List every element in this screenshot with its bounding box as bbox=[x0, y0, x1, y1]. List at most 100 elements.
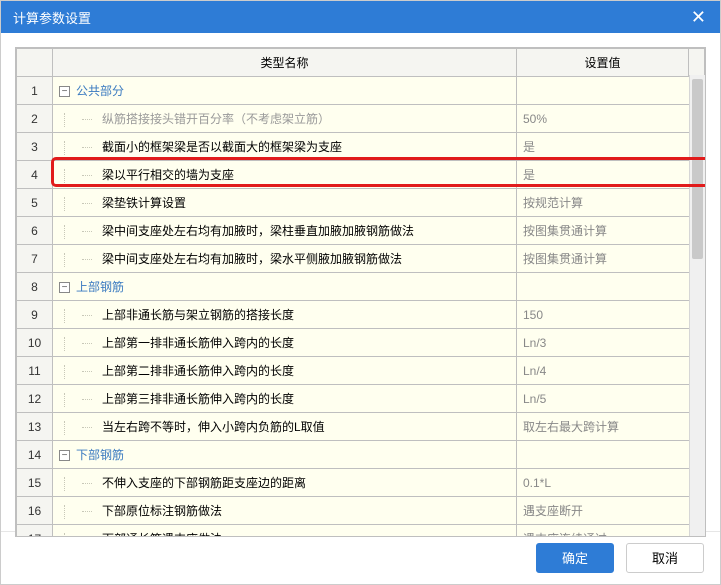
row-value-cell[interactable]: 遇支座连续通过 bbox=[517, 525, 705, 538]
table-row[interactable]: 14−下部钢筋 bbox=[17, 441, 705, 469]
row-label: 上部第三排非通长筋伸入跨内的长度 bbox=[96, 392, 294, 406]
row-label: 当左右跨不等时，伸入小跨内负筋的L取值 bbox=[96, 420, 325, 434]
tree-indent bbox=[64, 477, 82, 491]
row-label: 上部非通长筋与架立钢筋的搭接长度 bbox=[96, 308, 294, 322]
table-row[interactable]: 10上部第一排非通长筋伸入跨内的长度Ln/3 bbox=[17, 329, 705, 357]
row-label-cell[interactable]: −上部钢筋 bbox=[53, 273, 517, 301]
tree-indent bbox=[64, 169, 82, 183]
collapse-toggle-icon[interactable]: − bbox=[59, 450, 70, 461]
tree-branch-icon bbox=[82, 315, 92, 316]
header-type-name: 类型名称 bbox=[53, 49, 517, 77]
row-label: 上部第一排非通长筋伸入跨内的长度 bbox=[96, 336, 294, 350]
table-row[interactable]: 6 梁中间支座处左右均有加腋时，梁柱垂直加腋加腋钢筋做法 按图集贯通计算 bbox=[17, 217, 705, 245]
row-label-cell[interactable]: 上部第一排非通长筋伸入跨内的长度 bbox=[53, 329, 517, 357]
table-row[interactable]: 13当左右跨不等时，伸入小跨内负筋的L取值取左右最大跨计算 bbox=[17, 413, 705, 441]
tree-indent bbox=[64, 533, 82, 537]
collapse-toggle-icon[interactable]: − bbox=[59, 86, 70, 97]
group-label: 上部钢筋 bbox=[76, 280, 124, 294]
row-label-cell[interactable]: 梁中间支座处左右均有加腋时，梁水平侧腋加腋钢筋做法 bbox=[53, 245, 517, 273]
row-label-cell[interactable]: 上部第二排非通长筋伸入跨内的长度 bbox=[53, 357, 517, 385]
row-label-cell[interactable]: 纵筋搭接接头错开百分率（不考虑架立筋） bbox=[53, 105, 517, 133]
window-title: 计算参数设置 bbox=[13, 8, 91, 27]
row-number: 6 bbox=[17, 217, 53, 245]
row-value-cell[interactable]: 按规范计算 bbox=[517, 189, 705, 217]
table-row[interactable]: 8−上部钢筋 bbox=[17, 273, 705, 301]
ok-button[interactable]: 确定 bbox=[536, 543, 614, 573]
row-label-cell[interactable]: 不伸入支座的下部钢筋距支座边的距离 bbox=[53, 469, 517, 497]
tree-indent bbox=[64, 197, 82, 211]
row-label: 梁中间支座处左右均有加腋时，梁水平侧腋加腋钢筋做法 bbox=[96, 252, 402, 266]
row-value-cell[interactable]: 取左右最大跨计算 bbox=[517, 413, 705, 441]
table-row[interactable]: 12上部第三排非通长筋伸入跨内的长度Ln/5 bbox=[17, 385, 705, 413]
row-label-cell[interactable]: 当左右跨不等时，伸入小跨内负筋的L取值 bbox=[53, 413, 517, 441]
row-label-cell[interactable]: −公共部分 bbox=[53, 77, 517, 105]
row-label-cell[interactable]: 梁以平行相交的墙为支座 bbox=[53, 161, 517, 189]
row-label-cell[interactable]: −下部钢筋 bbox=[53, 441, 517, 469]
table-row[interactable]: 1−公共部分 bbox=[17, 77, 705, 105]
table-row[interactable]: 17下部通长筋遇支座做法遇支座连续通过 bbox=[17, 525, 705, 538]
row-value-cell[interactable]: 是 bbox=[517, 133, 705, 161]
row-label-cell[interactable]: 截面小的框架梁是否以截面大的框架梁为支座 bbox=[53, 133, 517, 161]
scrollbar-thumb[interactable] bbox=[692, 79, 703, 259]
tree-branch-icon bbox=[82, 371, 92, 372]
tree-branch-icon bbox=[82, 259, 92, 260]
table-row[interactable]: 5梁垫铁计算设置按规范计算 bbox=[17, 189, 705, 217]
collapse-toggle-icon[interactable]: − bbox=[59, 282, 70, 293]
row-value-cell[interactable]: 是 bbox=[517, 161, 705, 189]
tree-indent bbox=[64, 225, 82, 239]
table-row[interactable]: 11上部第二排非通长筋伸入跨内的长度Ln/4 bbox=[17, 357, 705, 385]
tree-indent bbox=[64, 141, 82, 155]
row-label: 梁垫铁计算设置 bbox=[96, 196, 186, 210]
row-value-cell[interactable]: 遇支座断开 bbox=[517, 497, 705, 525]
row-number: 11 bbox=[17, 357, 53, 385]
row-label-cell[interactable]: 梁中间支座处左右均有加腋时，梁柱垂直加腋加腋钢筋做法 bbox=[53, 217, 517, 245]
row-value-cell[interactable] bbox=[517, 77, 705, 105]
table-row[interactable]: 7 梁中间支座处左右均有加腋时，梁水平侧腋加腋钢筋做法 按图集贯通计算 bbox=[17, 245, 705, 273]
row-label-cell[interactable]: 梁垫铁计算设置 bbox=[53, 189, 517, 217]
header-value: 设置值 bbox=[517, 49, 689, 77]
row-number: 14 bbox=[17, 441, 53, 469]
row-number: 17 bbox=[17, 525, 53, 538]
row-label: 梁中间支座处左右均有加腋时，梁柱垂直加腋加腋钢筋做法 bbox=[96, 224, 414, 238]
row-value-cell[interactable]: 0.1*L bbox=[517, 469, 705, 497]
tree-branch-icon bbox=[82, 203, 92, 204]
row-value-cell[interactable] bbox=[517, 273, 705, 301]
row-number: 4 bbox=[17, 161, 53, 189]
table-row[interactable]: 3截面小的框架梁是否以截面大的框架梁为支座是 bbox=[17, 133, 705, 161]
row-number: 8 bbox=[17, 273, 53, 301]
table-row[interactable]: 16下部原位标注钢筋做法遇支座断开 bbox=[17, 497, 705, 525]
table-row[interactable]: 2纵筋搭接接头错开百分率（不考虑架立筋）50% bbox=[17, 105, 705, 133]
table-row[interactable]: 4梁以平行相交的墙为支座是 bbox=[17, 161, 705, 189]
row-label-cell[interactable]: 下部通长筋遇支座做法 bbox=[53, 525, 517, 538]
row-number: 7 bbox=[17, 245, 53, 273]
tree-branch-icon bbox=[82, 119, 92, 120]
cancel-button[interactable]: 取消 bbox=[626, 543, 704, 573]
row-value-cell[interactable] bbox=[517, 441, 705, 469]
row-value-cell[interactable]: Ln/5 bbox=[517, 385, 705, 413]
tree-branch-icon bbox=[82, 427, 92, 428]
row-label-cell[interactable]: 上部非通长筋与架立钢筋的搭接长度 bbox=[53, 301, 517, 329]
tree-branch-icon bbox=[82, 147, 92, 148]
tree-indent bbox=[64, 113, 82, 127]
row-number: 1 bbox=[17, 77, 53, 105]
row-value-cell[interactable]: 按图集贯通计算 bbox=[517, 245, 705, 273]
row-label-cell[interactable]: 下部原位标注钢筋做法 bbox=[53, 497, 517, 525]
row-value-cell[interactable]: 50% bbox=[517, 105, 705, 133]
row-number: 15 bbox=[17, 469, 53, 497]
row-value-cell[interactable]: Ln/4 bbox=[517, 357, 705, 385]
row-value-cell[interactable]: Ln/3 bbox=[517, 329, 705, 357]
group-label: 公共部分 bbox=[76, 84, 124, 98]
tree-branch-icon bbox=[82, 231, 92, 232]
tree-branch-icon bbox=[82, 511, 92, 512]
close-icon[interactable]: ✕ bbox=[687, 8, 710, 26]
vertical-scrollbar[interactable] bbox=[689, 75, 705, 536]
parameter-table-wrap: 类型名称 设置值 1−公共部分2纵筋搭接接头错开百分率（不考虑架立筋）50%3截… bbox=[15, 47, 706, 537]
table-row[interactable]: 9上部非通长筋与架立钢筋的搭接长度150 bbox=[17, 301, 705, 329]
row-label-cell[interactable]: 上部第三排非通长筋伸入跨内的长度 bbox=[53, 385, 517, 413]
table-row[interactable]: 15不伸入支座的下部钢筋距支座边的距离0.1*L bbox=[17, 469, 705, 497]
tree-indent bbox=[64, 309, 82, 323]
tree-branch-icon bbox=[82, 399, 92, 400]
row-value-cell[interactable]: 按图集贯通计算 bbox=[517, 217, 705, 245]
row-value-cell[interactable]: 150 bbox=[517, 301, 705, 329]
row-label: 纵筋搭接接头错开百分率（不考虑架立筋） bbox=[96, 112, 330, 126]
